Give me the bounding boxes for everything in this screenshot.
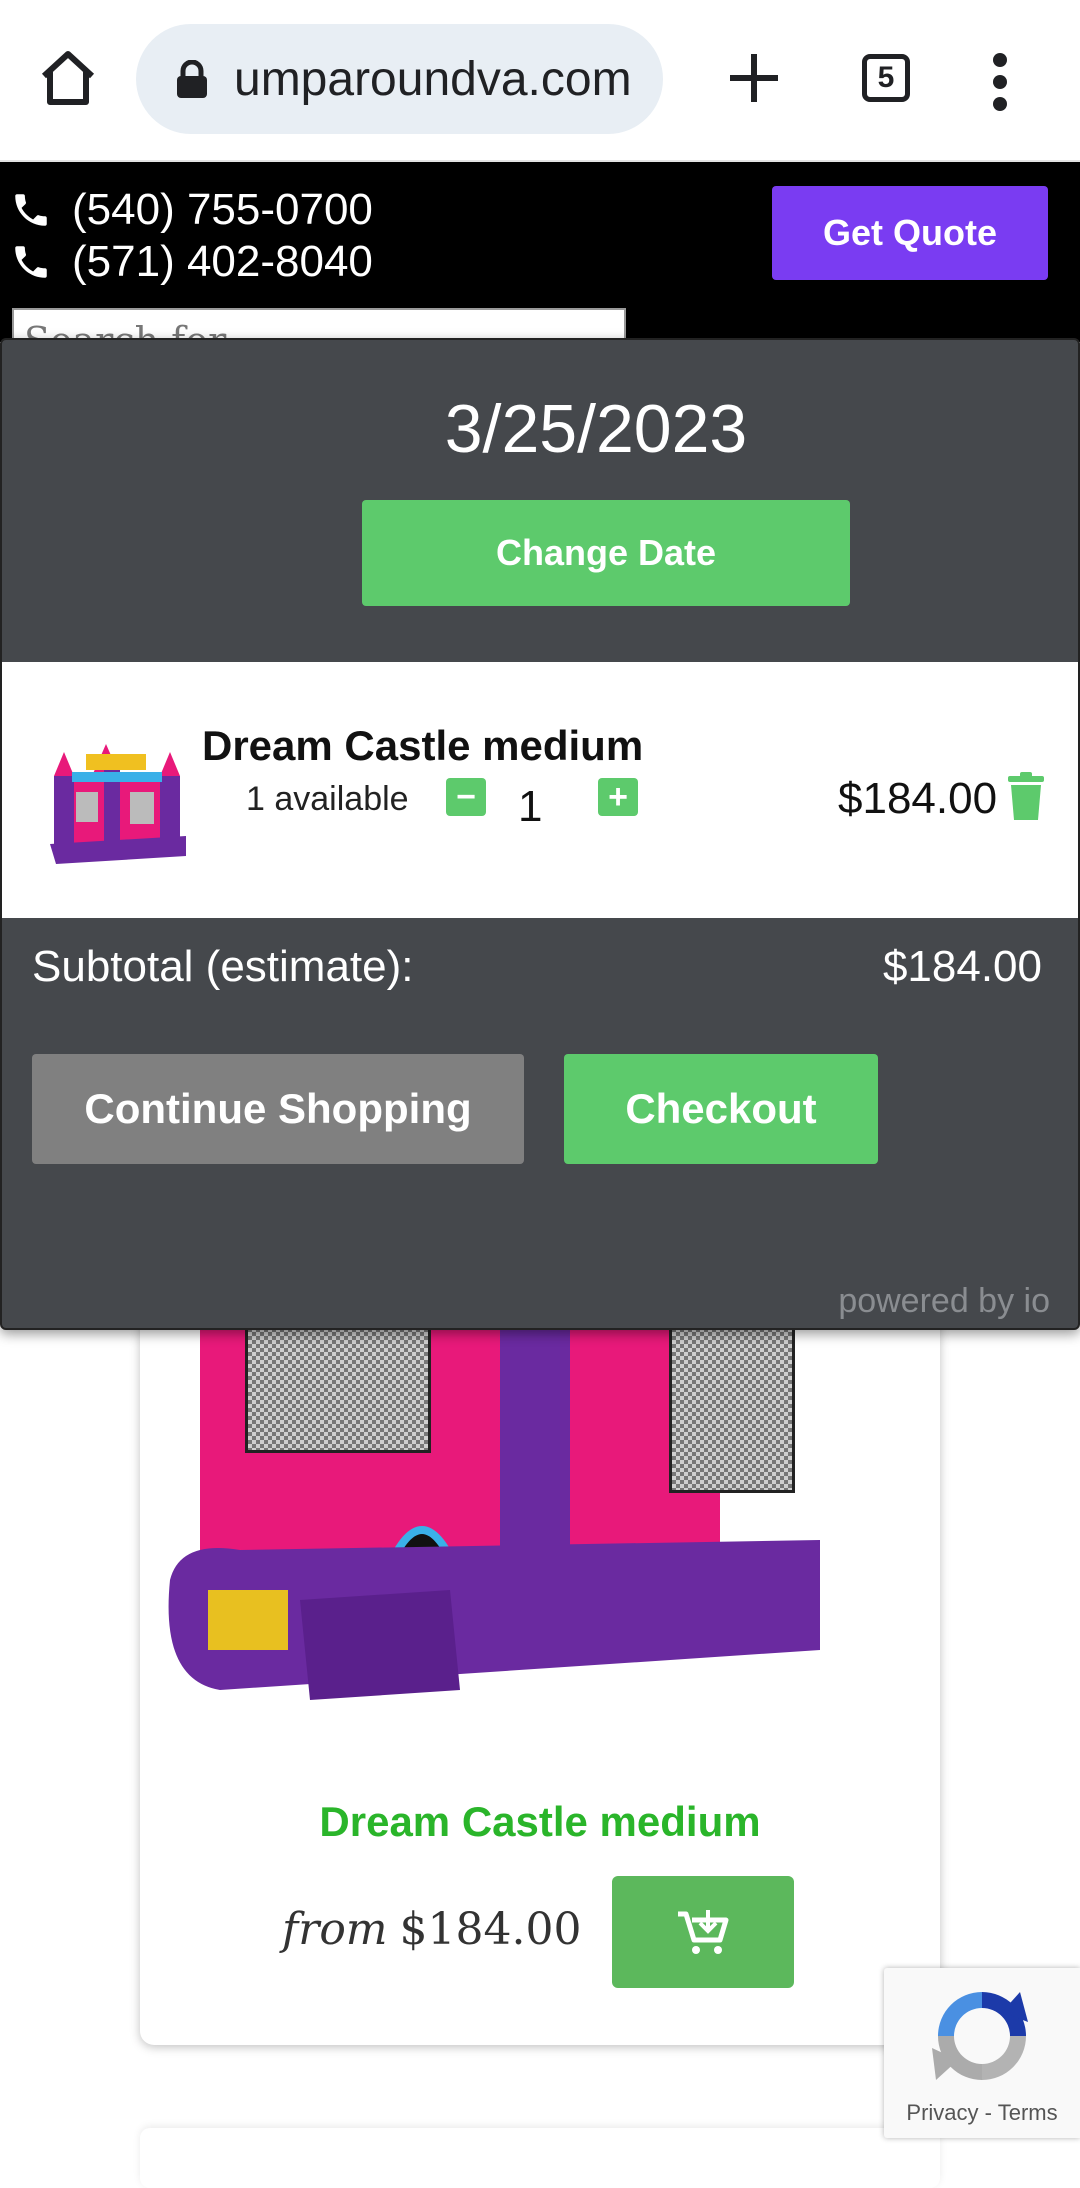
product-price: from $184.00: [282, 1904, 581, 1955]
new-tab-icon[interactable]: [726, 50, 782, 106]
continue-shopping-button[interactable]: Continue Shopping: [32, 1054, 524, 1164]
phone-icon: [15, 246, 47, 278]
kebab-menu-icon[interactable]: [990, 52, 1010, 112]
powered-by-link[interactable]: powered by io: [838, 1282, 1050, 1321]
address-bar[interactable]: umparoundva.com: [136, 24, 663, 134]
tab-switcher-button[interactable]: 5: [862, 54, 910, 102]
cart-modal: 3/25/2023 Change Date Dream Castle mediu…: [0, 338, 1080, 1330]
cart-item: Dream Castle medium 1 available − 1 + $1…: [2, 662, 1078, 918]
link-separator: -: [984, 2100, 992, 2125]
get-quote-button[interactable]: Get Quote: [772, 186, 1048, 280]
url-text: umparoundva.com: [234, 53, 632, 106]
change-date-button[interactable]: Change Date: [362, 500, 850, 606]
phone-link-1[interactable]: (540) 755-0700: [10, 184, 373, 236]
quantity-value: 1: [518, 782, 543, 831]
recaptcha-links: Privacy - Terms: [884, 2100, 1080, 2126]
home-icon[interactable]: [36, 46, 100, 110]
browser-toolbar: umparoundva.com 5: [0, 0, 1080, 162]
item-thumbnail: [50, 744, 186, 864]
product-title[interactable]: Dream Castle medium: [140, 1798, 940, 1846]
site-header: (540) 755-0700 (571) 402-8040 Get Quote …: [0, 162, 1080, 348]
phone-link-2[interactable]: (571) 402-8040: [10, 236, 373, 288]
add-to-cart-icon: [678, 1910, 729, 1954]
subtotal-value: $184.00: [882, 942, 1042, 991]
terms-link[interactable]: Terms: [998, 2100, 1058, 2125]
quantity-increase-button[interactable]: +: [598, 778, 638, 816]
product-card[interactable]: Dream Castle medium from $184.00: [140, 1240, 940, 2045]
phone-icon: [15, 194, 47, 226]
recaptcha-icon: [932, 1992, 1028, 2080]
next-product-card[interactable]: [140, 2128, 940, 2188]
quantity-decrease-button[interactable]: −: [446, 778, 486, 816]
phone-number: (571) 402-8040: [72, 237, 373, 286]
lock-icon: [177, 60, 207, 98]
subtotal-label: Subtotal (estimate):: [32, 942, 414, 991]
add-to-cart-button[interactable]: [612, 1876, 794, 1988]
from-label: from: [282, 1904, 388, 1955]
price-value: $184.00: [399, 1904, 582, 1955]
selected-date: 3/25/2023: [444, 391, 748, 467]
phone-number: (540) 755-0700: [72, 185, 373, 234]
item-name: Dream Castle medium: [202, 722, 644, 769]
item-price: $184.00: [838, 774, 998, 823]
privacy-link[interactable]: Privacy: [906, 2100, 978, 2125]
item-availability: 1 available: [246, 780, 409, 818]
trash-icon[interactable]: [1006, 772, 1046, 822]
checkout-button[interactable]: Checkout: [564, 1054, 878, 1164]
recaptcha-badge: Privacy - Terms: [884, 1968, 1080, 2138]
